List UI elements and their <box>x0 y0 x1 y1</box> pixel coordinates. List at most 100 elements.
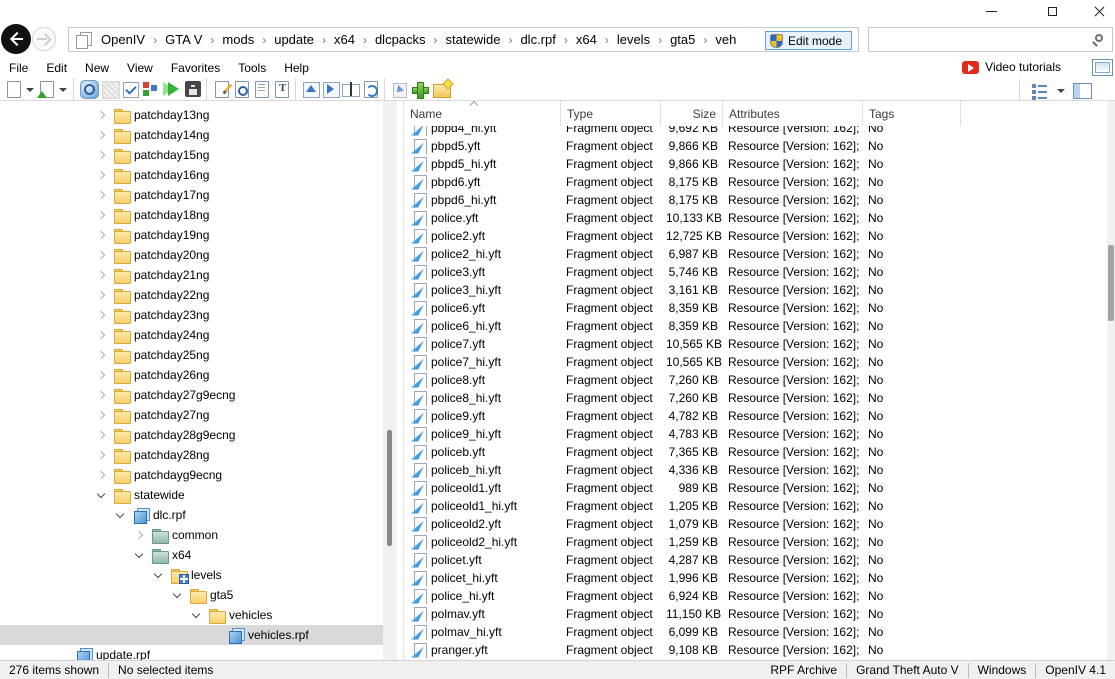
chevron-down-icon[interactable] <box>95 489 107 501</box>
new-folder-button[interactable] <box>432 79 450 99</box>
tree-item-patchday28g9ecng[interactable]: patchday28g9ecng <box>0 425 383 445</box>
tree-item-patchday23ng[interactable]: patchday23ng <box>0 305 383 325</box>
tree-item-statewide[interactable]: statewide <box>0 485 383 505</box>
tree-scrollbar[interactable] <box>383 101 397 660</box>
new-document-button[interactable] <box>4 79 22 99</box>
chevron-down-icon[interactable] <box>114 509 126 521</box>
import-button[interactable] <box>301 79 319 99</box>
tree-item-patchday28ng[interactable]: patchday28ng <box>0 445 383 465</box>
file-row[interactable]: pbpd5_hi.yftFragment object9,866 KBResou… <box>404 155 1107 173</box>
chevron-right-icon[interactable] <box>95 289 107 301</box>
file-row[interactable]: police8.yftFragment object7,260 KBResour… <box>404 371 1107 389</box>
tree-item-patchday27ng[interactable]: patchday27ng <box>0 405 383 425</box>
address-bar[interactable]: OpenIV›GTA V›mods›update›x64›dlcpacks›st… <box>68 27 859 52</box>
tree-item-patchday16ng[interactable]: patchday16ng <box>0 165 383 185</box>
list-scrollbar[interactable] <box>1107 101 1115 660</box>
chevron-right-icon[interactable] <box>95 349 107 361</box>
chevron-right-icon[interactable] <box>95 409 107 421</box>
options-disabled-button[interactable] <box>101 79 119 99</box>
toggle-preview-panel-button[interactable] <box>1072 80 1090 100</box>
save-button[interactable] <box>183 79 201 99</box>
file-row[interactable]: policeold1.yftFragment object989 KBResou… <box>404 479 1107 497</box>
chevron-right-icon[interactable] <box>95 309 107 321</box>
column-header-size[interactable]: Size <box>661 101 723 126</box>
breadcrumb-item[interactable]: x64 <box>570 32 603 47</box>
file-row[interactable]: police3_hi.yftFragment object3,161 KBRes… <box>404 281 1107 299</box>
chevron-down-icon[interactable] <box>152 569 164 581</box>
video-tutorials-link[interactable]: Video tutorials <box>962 60 1061 74</box>
tree-item-patchday15ng[interactable]: patchday15ng <box>0 145 383 165</box>
menu-tools[interactable]: Tools <box>229 60 275 76</box>
file-row[interactable]: police6.yftFragment object8,359 KBResour… <box>404 299 1107 317</box>
file-row[interactable]: policeold2_hi.yftFragment object1,259 KB… <box>404 533 1107 551</box>
tree-item-update.rpf[interactable]: update.rpf <box>0 645 383 660</box>
menu-view[interactable]: View <box>118 60 162 76</box>
chevron-right-icon[interactable] <box>95 329 107 341</box>
tree-item-patchday22ng[interactable]: patchday22ng <box>0 285 383 305</box>
file-row[interactable]: police2_hi.yftFragment object6,987 KBRes… <box>404 245 1107 263</box>
chevron-right-icon[interactable] <box>133 529 145 541</box>
chevron-down-icon[interactable] <box>190 609 202 621</box>
extract-button[interactable] <box>390 79 408 99</box>
view-text-button[interactable] <box>252 79 270 99</box>
menu-file[interactable]: File <box>0 60 37 76</box>
chevron-down-icon[interactable] <box>171 589 183 601</box>
breadcrumb-item[interactable]: GTA V <box>159 32 208 47</box>
breadcrumb-item[interactable]: veh <box>709 32 742 47</box>
export-button[interactable] <box>321 79 339 99</box>
view-mode-button[interactable] <box>1029 80 1049 100</box>
file-row[interactable]: police2.yftFragment object12,725 KBResou… <box>404 227 1107 245</box>
file-row[interactable]: policet.yftFragment object4,287 KBResour… <box>404 551 1107 569</box>
refresh-button[interactable] <box>361 79 379 99</box>
list-scrollbar-thumb[interactable] <box>1108 245 1114 321</box>
file-row[interactable]: police3.yftFragment object5,746 KBResour… <box>404 263 1107 281</box>
file-row[interactable]: police7_hi.yftFragment object10,565 KBRe… <box>404 353 1107 371</box>
file-row[interactable]: polmav_hi.yftFragment object6,099 KBReso… <box>404 623 1107 641</box>
file-row[interactable]: police8_hi.yftFragment object7,260 KBRes… <box>404 389 1107 407</box>
tree-item-vehicles.rpf[interactable]: vehicles.rpf <box>0 625 383 645</box>
file-row[interactable]: pbpd6_hi.yftFragment object8,175 KBResou… <box>404 191 1107 209</box>
dropdown-caret-icon[interactable] <box>1055 80 1066 100</box>
tree-item-levels[interactable]: levels <box>0 565 383 585</box>
back-button[interactable] <box>1 24 31 54</box>
edit-file-button[interactable] <box>212 79 230 99</box>
breadcrumb-item[interactable]: x64 <box>328 32 361 47</box>
breadcrumb-item[interactable]: dlc.rpf <box>514 32 561 47</box>
menu-edit[interactable]: Edit <box>37 60 76 76</box>
close-button[interactable] <box>1080 0 1115 22</box>
file-row[interactable]: policet_hi.yftFragment object1,996 KBRes… <box>404 569 1107 587</box>
column-header-tags[interactable]: Tags <box>863 101 961 126</box>
minimize-to-tray-button[interactable] <box>1092 59 1113 76</box>
column-header-name[interactable]: Name <box>404 101 561 126</box>
menu-help[interactable]: Help <box>275 60 318 76</box>
breadcrumb-item[interactable]: update <box>268 32 320 47</box>
breadcrumb-item[interactable]: OpenIV <box>95 32 151 47</box>
chevron-right-icon[interactable] <box>95 389 107 401</box>
tree-item-patchday13ng[interactable]: patchday13ng <box>0 105 383 125</box>
file-row[interactable]: policeold1_hi.yftFragment object1,205 KB… <box>404 497 1107 515</box>
breadcrumb-item[interactable]: gta5 <box>664 32 701 47</box>
chevron-right-icon[interactable] <box>95 209 107 221</box>
chevron-right-icon[interactable] <box>95 189 107 201</box>
tree-item-common[interactable]: common <box>0 525 383 545</box>
continue-button[interactable] <box>161 79 181 99</box>
chevron-right-icon[interactable] <box>95 169 107 181</box>
file-row[interactable]: police9.yftFragment object4,782 KBResour… <box>404 407 1107 425</box>
forward-button[interactable] <box>32 27 56 51</box>
tree-item-patchday25ng[interactable]: patchday25ng <box>0 345 383 365</box>
new-archive-button[interactable] <box>37 79 55 99</box>
search-button[interactable] <box>79 79 99 99</box>
file-row[interactable]: pbpd5.yftFragment object9,866 KBResource… <box>404 137 1107 155</box>
maximize-button[interactable] <box>1030 0 1075 22</box>
tree-item-patchday27g9ecng[interactable]: patchday27g9ecng <box>0 385 383 405</box>
breadcrumb-item[interactable]: mods <box>216 32 260 47</box>
tree-item-patchday26ng[interactable]: patchday26ng <box>0 365 383 385</box>
tree-item-patchday17ng[interactable]: patchday17ng <box>0 185 383 205</box>
tree-item-dlc.rpf[interactable]: dlc.rpf <box>0 505 383 525</box>
rename-button[interactable] <box>341 79 359 99</box>
search-input[interactable] <box>873 30 1088 49</box>
dropdown-caret-icon[interactable] <box>24 79 35 99</box>
file-row[interactable]: police7.yftFragment object10,565 KBResou… <box>404 335 1107 353</box>
file-row[interactable]: pranger.yftFragment object9,108 KBResour… <box>404 641 1107 659</box>
column-header-attributes[interactable]: Attributes <box>723 101 863 126</box>
